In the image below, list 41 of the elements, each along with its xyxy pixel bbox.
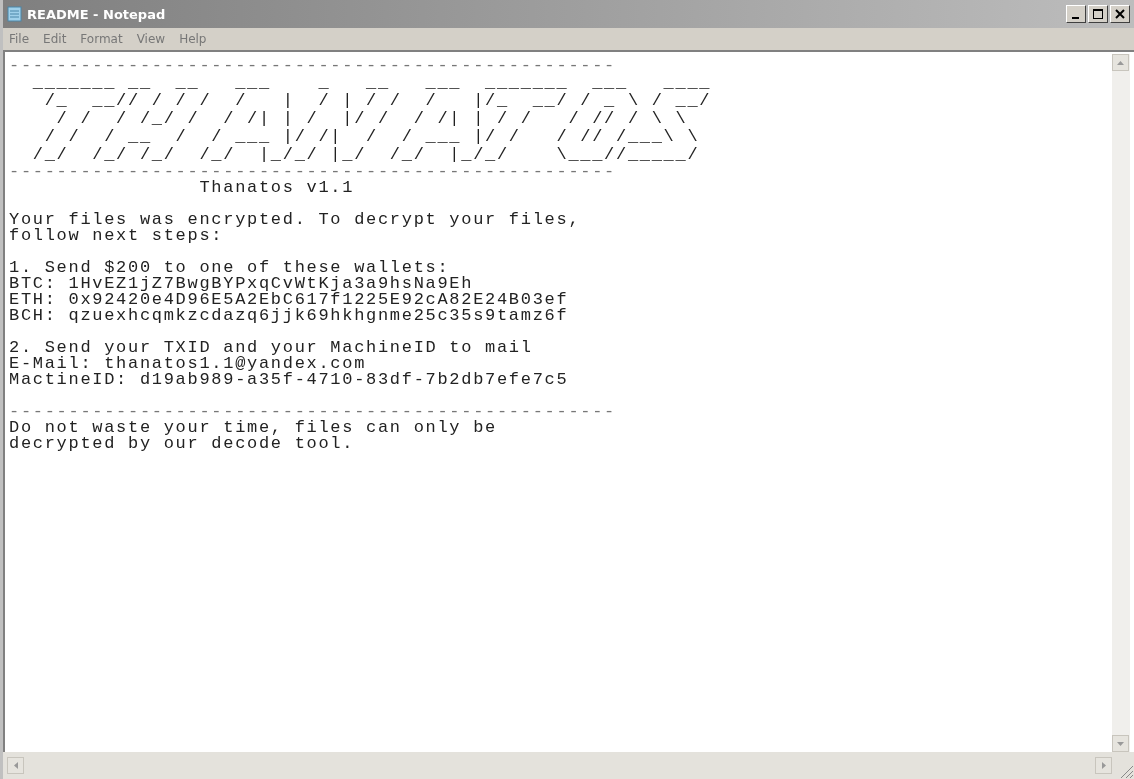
- vertical-scrollbar[interactable]: [1112, 54, 1130, 752]
- scroll-down-button[interactable]: [1112, 735, 1129, 752]
- down-arrow-icon: [1117, 741, 1124, 746]
- dashed-rule: ---------------------------------------------------: [9, 164, 617, 180]
- text-line: 2. Send your TXID and your MachineID to mail: [9, 340, 534, 356]
- left-arrow-icon: [13, 762, 18, 769]
- text-line: Do not waste your time, files can only be: [9, 420, 498, 436]
- ascii-art-line: _______ __ __ ___ _ __ ___ _______ ___ ____: [31, 74, 713, 92]
- dashed-rule: ---------------------------------------------------: [9, 58, 617, 74]
- scroll-up-button[interactable]: [1112, 54, 1129, 71]
- right-arrow-icon: [1101, 762, 1106, 769]
- text-line: ETH: 0x92420e4D96E5A2EbC617f1225E92cA82E24B03ef: [9, 292, 570, 308]
- close-button[interactable]: [1110, 5, 1130, 23]
- ascii-art-line: /_/ /_/ /_/ /_/ |_/_/ |_/ /_/ |_/_/ \___//_____/: [31, 146, 701, 164]
- text-line: follow next steps:: [9, 228, 224, 244]
- menu-item[interactable]: Help: [179, 32, 207, 46]
- ascii-art-line: / / / __ / / ___ |/ /| / / ___ |/ / / // /___\ \: [43, 128, 701, 146]
- maximize-button[interactable]: [1088, 5, 1108, 23]
- dashed-rule: ---------------------------------------------------: [9, 404, 617, 420]
- ascii-art-line: / / / /_/ / / /| | / |/ / / /| | / / / // / \ \: [55, 110, 689, 128]
- menu-item[interactable]: Format: [80, 32, 123, 46]
- text-line: BCH: qzuexhcqmkzcdazq6jjk69hkhgnme25c35s9tamz6f: [9, 308, 570, 324]
- menu-item[interactable]: Edit: [43, 32, 67, 46]
- text-line: MactineID: d19ab989-a35f-4710-83df-7b2db7efe7c5: [9, 372, 570, 388]
- text-line: 1. Send $200 to one of these wallets:: [9, 260, 450, 276]
- text-line: E-Mail: thanatos1.1@yandex.com: [9, 356, 367, 372]
- up-arrow-icon: [1117, 60, 1124, 65]
- notepad-icon: [7, 6, 23, 22]
- maximize-icon: [1093, 9, 1103, 19]
- scroll-right-button[interactable]: [1095, 757, 1112, 774]
- menu-item[interactable]: File: [9, 32, 30, 46]
- close-icon: [1115, 9, 1125, 19]
- text-line: BTC: 1HvEZ1jZ7BwgBYPxqCvWtKja3a9hsNa9Eh: [9, 276, 474, 292]
- text-line: Thanatos v1.1: [198, 180, 356, 196]
- text-line: decrypted by our decode tool.: [9, 436, 356, 452]
- text-line: Your files was encrypted. To decrypt your files,: [9, 212, 582, 228]
- menu-item[interactable]: View: [136, 32, 166, 46]
- window-title: README - Notepad: [27, 6, 167, 22]
- scroll-left-button[interactable]: [7, 757, 24, 774]
- minimize-button[interactable]: [1066, 5, 1086, 23]
- ascii-art-line: /_ __// / / / / | / | / / / |/_ __/ / _ \ / __/: [43, 92, 713, 110]
